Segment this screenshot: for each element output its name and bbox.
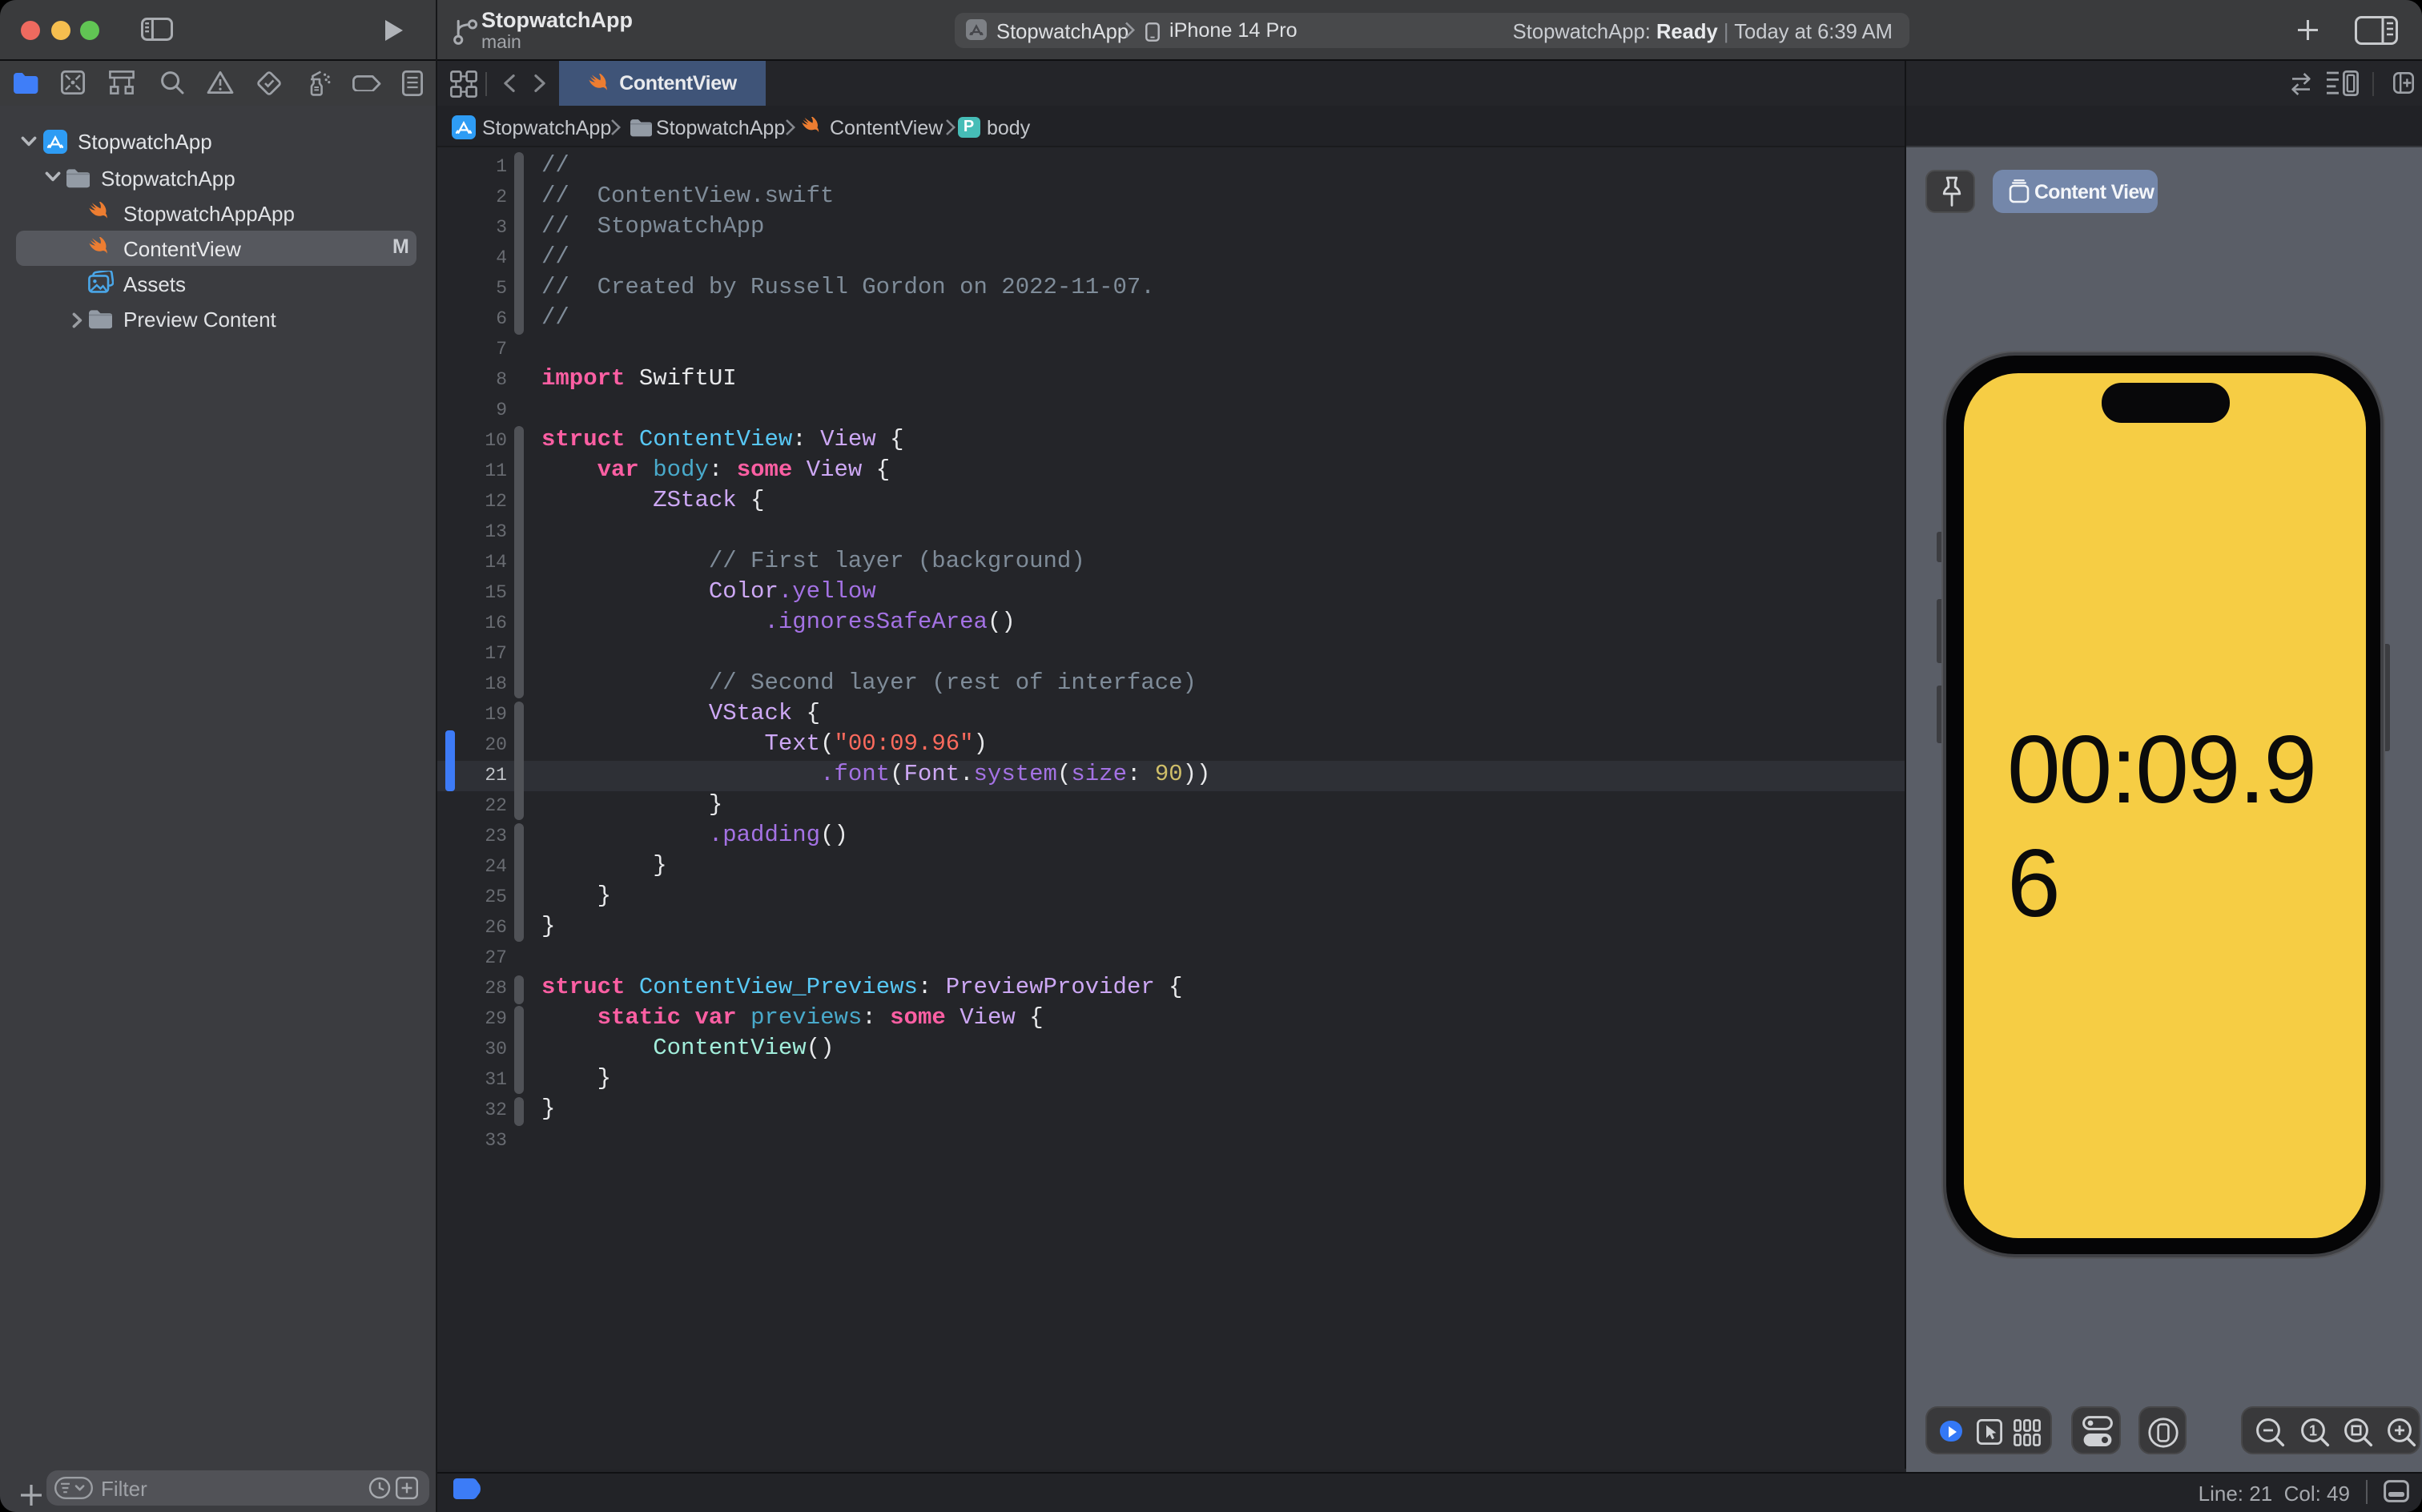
svg-text:1: 1 <box>2308 1422 2316 1438</box>
